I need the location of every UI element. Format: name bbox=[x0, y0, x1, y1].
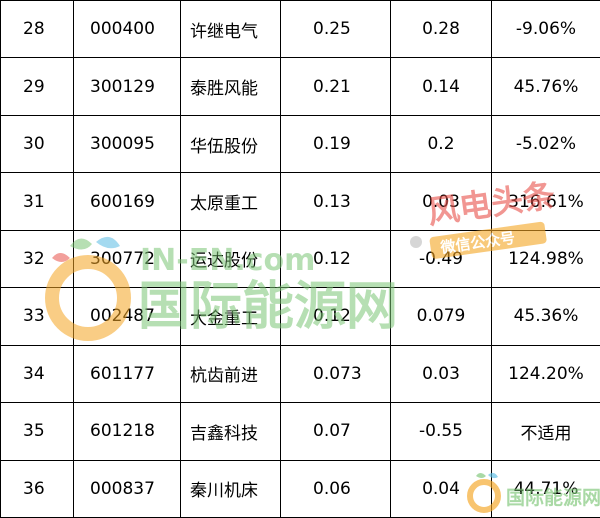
table-row: 35601218吉鑫科技0.07-0.55不适用 bbox=[1, 403, 600, 460]
value2-cell: 0.03 bbox=[391, 173, 492, 230]
rank-cell: 28 bbox=[1, 1, 74, 58]
value2-cell: -0.49 bbox=[391, 230, 492, 287]
company-name-cell: 吉鑫科技 bbox=[181, 403, 281, 460]
value2-cell: 0.28 bbox=[391, 1, 492, 58]
stock-code-cell: 601177 bbox=[74, 345, 181, 402]
value1-cell: 0.25 bbox=[281, 1, 391, 58]
value1-cell: 0.19 bbox=[281, 115, 391, 172]
table-row: 30300095华伍股份0.190.2-5.02% bbox=[1, 115, 600, 172]
rank-cell: 36 bbox=[1, 460, 74, 517]
table-row: 33002487大金重工0.120.07945.36% bbox=[1, 288, 600, 345]
company-name-cell: 华伍股份 bbox=[181, 115, 281, 172]
value2-cell: 0.079 bbox=[391, 288, 492, 345]
table-row: 34601177杭齿前进0.0730.03124.20% bbox=[1, 345, 600, 402]
change-cell: 不适用 bbox=[492, 403, 600, 460]
stock-code-cell: 600169 bbox=[74, 173, 181, 230]
rank-cell: 29 bbox=[1, 58, 74, 115]
value1-cell: 0.12 bbox=[281, 230, 391, 287]
value2-cell: 0.2 bbox=[391, 115, 492, 172]
rank-cell: 32 bbox=[1, 230, 74, 287]
change-cell: -9.06% bbox=[492, 1, 600, 58]
stock-code-cell: 300095 bbox=[74, 115, 181, 172]
table-row: 31600169太原重工0.130.03316.61% bbox=[1, 173, 600, 230]
table-row: 32300772运达股份0.12-0.49124.98% bbox=[1, 230, 600, 287]
company-name-cell: 运达股份 bbox=[181, 230, 281, 287]
change-cell: 44.71% bbox=[492, 460, 600, 517]
company-name-cell: 太原重工 bbox=[181, 173, 281, 230]
rank-cell: 35 bbox=[1, 403, 74, 460]
value2-cell: -0.55 bbox=[391, 403, 492, 460]
company-name-cell: 杭齿前进 bbox=[181, 345, 281, 402]
rank-cell: 33 bbox=[1, 288, 74, 345]
rank-cell: 30 bbox=[1, 115, 74, 172]
change-cell: 45.76% bbox=[492, 58, 600, 115]
value2-cell: 0.03 bbox=[391, 345, 492, 402]
table-row: 29300129泰胜风能0.210.1445.76% bbox=[1, 58, 600, 115]
change-cell: 124.20% bbox=[492, 345, 600, 402]
change-cell: 316.61% bbox=[492, 173, 600, 230]
company-name-cell: 许继电气 bbox=[181, 1, 281, 58]
change-cell: 45.36% bbox=[492, 288, 600, 345]
stock-code-cell: 300129 bbox=[74, 58, 181, 115]
value1-cell: 0.13 bbox=[281, 173, 391, 230]
stock-code-cell: 000400 bbox=[74, 1, 181, 58]
table-row: 28000400许继电气0.250.28-9.06% bbox=[1, 1, 600, 58]
rank-cell: 34 bbox=[1, 345, 74, 402]
company-name-cell: 泰胜风能 bbox=[181, 58, 281, 115]
stock-code-cell: 002487 bbox=[74, 288, 181, 345]
value1-cell: 0.06 bbox=[281, 460, 391, 517]
stock-code-cell: 601218 bbox=[74, 403, 181, 460]
value1-cell: 0.12 bbox=[281, 288, 391, 345]
value1-cell: 0.21 bbox=[281, 58, 391, 115]
change-cell: -5.02% bbox=[492, 115, 600, 172]
stock-code-cell: 300772 bbox=[74, 230, 181, 287]
company-name-cell: 大金重工 bbox=[181, 288, 281, 345]
value1-cell: 0.073 bbox=[281, 345, 391, 402]
data-table: 28000400许继电气0.250.28-9.06%29300129泰胜风能0.… bbox=[0, 0, 600, 518]
rank-cell: 31 bbox=[1, 173, 74, 230]
table-row: 36000837秦川机床0.060.0444.71% bbox=[1, 460, 600, 517]
company-name-cell: 秦川机床 bbox=[181, 460, 281, 517]
change-cell: 124.98% bbox=[492, 230, 600, 287]
stock-code-cell: 000837 bbox=[74, 460, 181, 517]
value1-cell: 0.07 bbox=[281, 403, 391, 460]
value2-cell: 0.14 bbox=[391, 58, 492, 115]
value2-cell: 0.04 bbox=[391, 460, 492, 517]
